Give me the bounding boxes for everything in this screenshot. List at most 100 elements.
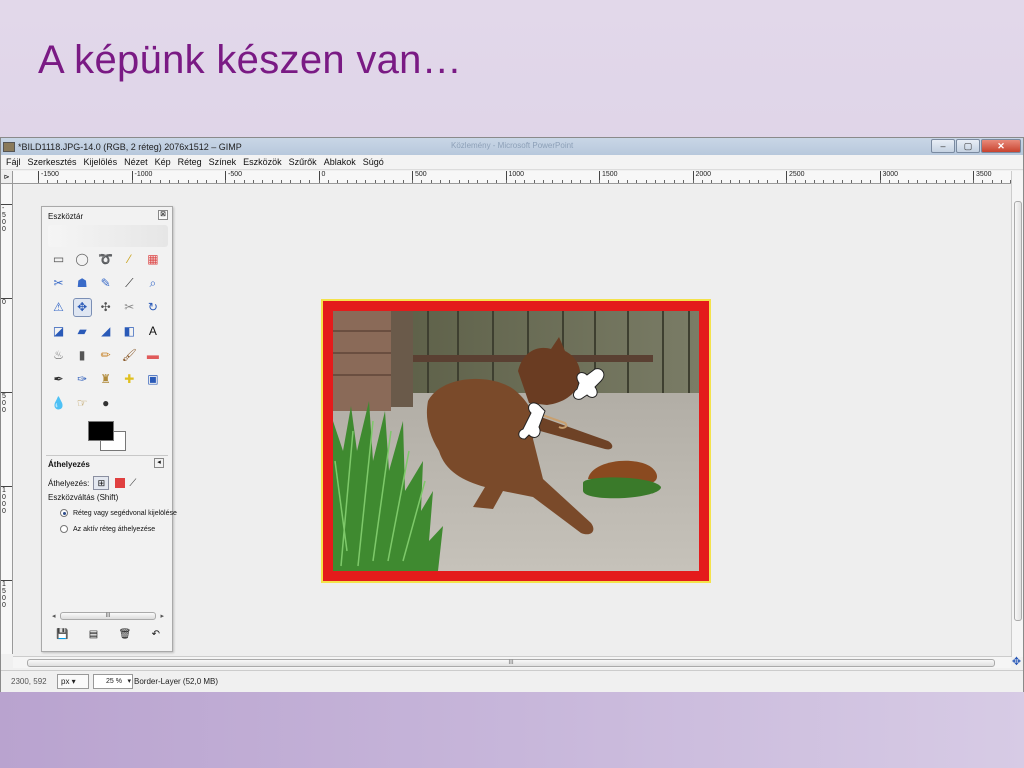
menu-tools[interactable]: Eszközök [243,157,282,167]
dog-photo[interactable] [333,311,699,571]
ruler-minor-tick [374,180,376,183]
menu-layer[interactable]: Réteg [178,157,202,167]
radio-dot[interactable] [60,525,68,533]
move-selection-button[interactable] [115,478,126,488]
ruler-minor-tick [870,180,872,183]
tool-options-menu-button[interactable]: ◂ [154,458,164,468]
perspective-icon[interactable]: ◢ [97,323,114,340]
maximize-button[interactable]: ▢ [956,139,980,153]
scale-icon[interactable]: ◪ [50,323,67,340]
menu-colors[interactable]: Színek [209,157,237,167]
clone-icon[interactable]: ♜ [97,371,114,388]
radio-pick-layer[interactable]: Réteg vagy segédvonal kijelölése [60,509,177,517]
image-border-layer[interactable] [321,299,711,583]
ruler-minor-tick [140,180,142,183]
ruler-minor-tick [243,180,245,183]
vertical-scroll-thumb[interactable] [1014,201,1022,621]
blend-icon[interactable]: ▮ [74,347,91,364]
menu-file[interactable]: Fájl [6,157,21,167]
ruler-minor-tick [112,180,114,183]
free-select-icon[interactable]: ➰ [97,251,114,268]
save-options-icon[interactable]: 💾 [56,629,68,640]
blur-icon[interactable]: 💧 [50,395,67,412]
horizontal-ruler[interactable]: -1500 -1000 -500 0 500 1000 1500 2000 2500 3000 35… [13,171,1013,184]
menu-image[interactable]: Kép [155,157,171,167]
select-by-color-icon[interactable]: ▦ [144,251,161,268]
gimp-window: *BILD1118.JPG-14.0 (RGB, 2 réteg) 2076x1… [0,137,1024,693]
wilber-drop-area[interactable] [48,225,168,247]
move-path-button[interactable]: ⟋ [129,478,136,489]
radio-move-active[interactable]: Az aktív réteg áthelyezése [60,525,155,533]
menu-edit[interactable]: Szerkesztés [28,157,77,167]
eraser-icon[interactable]: ▬ [144,347,161,364]
toolbox-bottom-buttons: 💾 ▤ 🗑 ↶ [56,629,160,640]
ruler-tick-label: - 5 0 0 [1,204,12,233]
vertical-ruler[interactable]: - 5 0 0 0 5 0 0 1 0 0 0 1 5 0 0 [1,184,13,654]
pencil-icon[interactable]: ✏ [97,347,114,364]
ink-icon[interactable]: ✑ [74,371,91,388]
fg-bg-color-selector[interactable] [88,421,128,455]
menu-filters[interactable]: Szűrők [289,157,317,167]
heal-icon[interactable]: ✚ [121,371,138,388]
scissors-select-icon[interactable]: ✂ [50,275,67,292]
radio-dot-selected[interactable] [60,509,68,517]
menu-windows[interactable]: Ablakok [324,157,356,167]
scroll-right-icon[interactable]: ▸ [160,612,164,620]
ruler-minor-tick [215,180,217,183]
menu-select[interactable]: Kijelölés [84,157,118,167]
zoom-select[interactable]: 25 % ▾ [93,674,133,689]
shear-icon[interactable]: ▰ [74,323,91,340]
dodge-burn-icon[interactable]: ● [97,395,114,412]
foreground-select-icon[interactable]: ☗ [74,275,91,292]
unit-select[interactable]: px ▾ [57,674,89,689]
smudge-icon[interactable]: ☞ [74,395,91,412]
foreground-color[interactable] [88,421,114,441]
rect-select-icon[interactable]: ▭ [50,251,67,268]
ruler-minor-tick [748,180,750,183]
paintbrush-icon[interactable]: 🖌 [121,347,138,364]
scroll-left-icon[interactable]: ◂ [52,612,56,620]
ruler-minor-tick [122,180,124,183]
radio-pick-layer-label: Réteg vagy segédvonal kijelölése [73,509,177,517]
ruler-minor-tick [225,180,226,183]
close-button[interactable]: ✕ [981,139,1021,153]
zoom-icon[interactable]: ⌕ [144,275,161,292]
vertical-scrollbar[interactable] [1011,171,1023,657]
slide-bottom-band [0,692,1024,768]
window-controls: – ▢ ✕ [931,139,1021,153]
measure-icon[interactable]: ⚠ [50,299,67,316]
ruler-corner-button[interactable]: ⊳ [1,171,13,184]
ellipse-select-icon[interactable]: ◯ [74,251,91,268]
restore-options-icon[interactable]: ▤ [89,629,98,640]
airbrush-icon[interactable]: ✒ [50,371,67,388]
move-layer-button[interactable]: ⊞ [93,476,110,490]
crop-icon[interactable]: ✂ [121,299,138,316]
menu-help[interactable]: Súgó [363,157,384,167]
color-picker-icon[interactable]: ⟋ [121,275,138,292]
ruler-minor-tick [365,180,367,183]
reset-options-icon[interactable]: ↶ [152,629,160,640]
menu-view[interactable]: Nézet [124,157,148,167]
bucket-fill-icon[interactable]: ♨ [50,347,67,364]
toolbox-close-button[interactable]: ⊠ [158,210,168,220]
dog-photo-drawing [333,311,699,571]
minimize-button[interactable]: – [931,139,955,153]
ruler-tick-label: 1 5 0 0 [1,580,12,609]
text-icon[interactable]: A [144,323,161,340]
rotate-icon[interactable]: ↻ [144,299,161,316]
delete-options-icon[interactable]: 🗑 [119,629,132,640]
flip-icon[interactable]: ◧ [121,323,138,340]
move-icon[interactable]: ✥ [72,298,92,317]
align-icon[interactable]: ✣ [97,299,114,316]
ruler-minor-tick [692,180,694,183]
paths-icon[interactable]: ✎ [97,275,114,292]
horizontal-scrollbar[interactable]: III [13,656,1011,668]
toolbox-title: Eszköztár [48,212,84,221]
toolbox-hscrollbar[interactable]: ◂ III ▸ [52,611,164,621]
ruler-minor-tick [673,180,675,183]
perspective-clone-icon[interactable]: ▣ [144,371,161,388]
fuzzy-select-icon[interactable]: ⁄ [121,251,138,268]
horizontal-scroll-thumb[interactable]: III [27,659,995,667]
toolbox-scroll-thumb[interactable]: III [59,612,157,620]
navigate-icon[interactable]: ✥ [1011,656,1022,668]
